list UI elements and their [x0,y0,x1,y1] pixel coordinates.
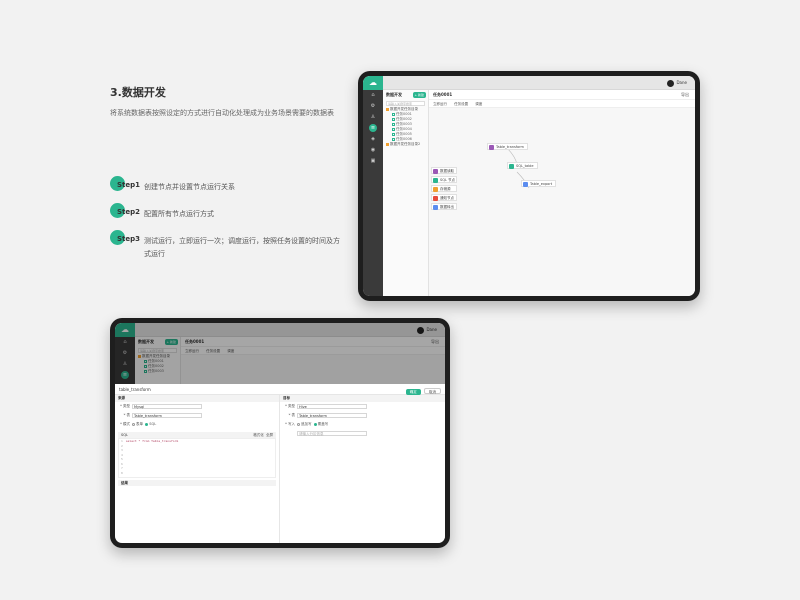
node-icon [489,144,494,150]
nav-rail: ⌂ ⚙ ♙ ≡ ◈ ◉ ▣ [363,90,383,296]
folder-icon [386,142,389,146]
form-row: * 类型 Hive [280,402,445,411]
form-row: * 表 Table_transform [280,411,445,420]
search-input[interactable]: 请输入关键字搜索 [386,101,425,106]
app-screen: ☁ Dane ⌂ ⚙ ♙ ≡ ◈ ◉ ▣ 数据开发 + 新建 请输入关键字搜索 数… [363,76,695,296]
target-header: 目标 [280,395,445,402]
node-icon [509,163,514,169]
node-icon [433,204,438,210]
radio[interactable] [297,422,300,426]
step-text: 测试运行，立即运行一次；调度运行，按照任务设置的时间及方式运行 [144,237,340,258]
form-row: * 写入 追加写 覆盖写 [280,420,445,429]
node-icon [523,181,528,187]
form-row: * 模式 表单 SQL [115,420,279,429]
section-title: 3.数据开发 [110,86,166,99]
palette-item[interactable]: 数据读取 [431,167,457,174]
module-title: 数据开发 [386,92,402,97]
sql-editor[interactable]: 1 select * from Table_transform 2345678 [118,438,276,478]
flow-node[interactable]: Table_transform [487,143,528,150]
palette-item[interactable]: 通知节点 [431,194,457,201]
format-button[interactable]: 格式化 [253,433,264,437]
partition-input[interactable]: 请输入分区信息 [297,431,367,436]
palette-item[interactable]: 存储源 [431,185,457,192]
dialog-title: table_transform [119,387,151,392]
source-type-select[interactable]: Mysql [132,404,202,409]
fullscreen-button[interactable]: 全屏 [266,433,273,437]
step-text: 配置所有节点运行方式 [144,210,214,218]
file-icon [392,122,395,126]
sql-header: SQL 格式化 全屏 [118,432,276,438]
target-panel: 目标 * 类型 Hive * 表 Table_transform * 写入 追加写 … [280,395,445,543]
app-screen: ☁ Dane ⌂ ⚙ ♙ ≡ 数据开发 + 新建 请输入关键字搜索 数据开发任务目… [115,323,445,543]
radio-selected[interactable] [145,422,149,426]
eye-icon[interactable]: ◉ [363,145,383,156]
target-table-select[interactable]: Table_transform [297,413,367,418]
user-menu[interactable]: Dane [667,79,687,87]
file-icon [392,112,395,116]
step-label: Step2 [117,208,141,216]
source-panel: 来源 * 类型 Mysql * 表 Table_transform * 模式 表单 … [115,395,280,543]
flow-edges [506,147,530,189]
result-header: 结果 [118,480,276,486]
home-icon[interactable]: ⌂ [363,90,383,101]
radio-selected[interactable] [313,422,317,426]
cancel-button[interactable]: 取消 [424,388,441,394]
avatar [667,79,675,87]
image-icon[interactable]: ▣ [363,156,383,167]
step-label: Step1 [117,181,141,189]
form-row: * 类型 Mysql [115,402,279,411]
source-table-select[interactable]: Table_transform [132,413,202,418]
tree-folder[interactable]: 数据开发任务目录2 [383,142,428,147]
dialog-header: table_transform 确定 取消 [115,384,445,395]
layers-icon[interactable]: ◈ [363,134,383,145]
flow-node[interactable]: SQL_table [507,162,538,169]
node-icon [433,195,438,201]
write-radio-group[interactable]: 追加写 覆盖写 [297,420,328,429]
form-row: * 表 Table_transform [115,411,279,420]
mode-radio-group[interactable]: 表单 SQL [132,420,156,429]
folder-icon [386,107,389,111]
radio[interactable] [132,422,135,426]
section-description: 将系统数据表按照设定的方式进行自动化处理成为业务场景需要的数据表 [110,109,334,117]
step-label: Step3 [117,235,141,243]
file-icon [392,117,395,121]
node-icon [433,186,438,192]
node-icon [433,177,438,183]
file-icon [392,127,395,131]
top-bar: ☁ Dane [363,76,695,90]
add-button[interactable]: + 新建 [412,92,426,98]
file-icon [392,137,395,141]
dev-icon[interactable]: ≡ [363,123,383,134]
workspace: 任务0001 导出 立即运行 任务设置 调度 数据读取 SQL 节点 存储源 通知… [429,90,695,296]
node-config-dialog: table_transform 确定 取消 来源 * 类型 Mysql * 表 Ta… [115,384,445,543]
task-tree: 数据开发 + 新建 请输入关键字搜索 数据开发任务目录 任务0001 任务0002… [383,90,429,296]
file-icon [392,132,395,136]
tree-header: 数据开发 + 新建 [383,90,428,100]
palette-item[interactable]: 数据转出 [431,203,457,210]
user-name: Dane [676,80,687,85]
gear-icon[interactable]: ⚙ [363,101,383,112]
source-header: 来源 [115,395,279,402]
users-icon[interactable]: ♙ [363,112,383,123]
step-text: 创建节点并设置节点运行关系 [144,183,235,191]
tablet-config: ☁ Dane ⌂ ⚙ ♙ ≡ 数据开发 + 新建 请输入关键字搜索 数据开发任务目… [110,318,450,548]
cloud-icon[interactable]: ☁ [363,76,383,90]
palette-item[interactable]: SQL 节点 [431,176,457,183]
tablet-workflow: ☁ Dane ⌂ ⚙ ♙ ≡ ◈ ◉ ▣ 数据开发 + 新建 请输入关键字搜索 数… [358,71,700,301]
form-row: 请输入分区信息 [280,429,445,438]
target-type-select[interactable]: Hive [297,404,367,409]
node-icon [433,168,438,174]
flow-node[interactable]: Table_export [521,180,557,187]
